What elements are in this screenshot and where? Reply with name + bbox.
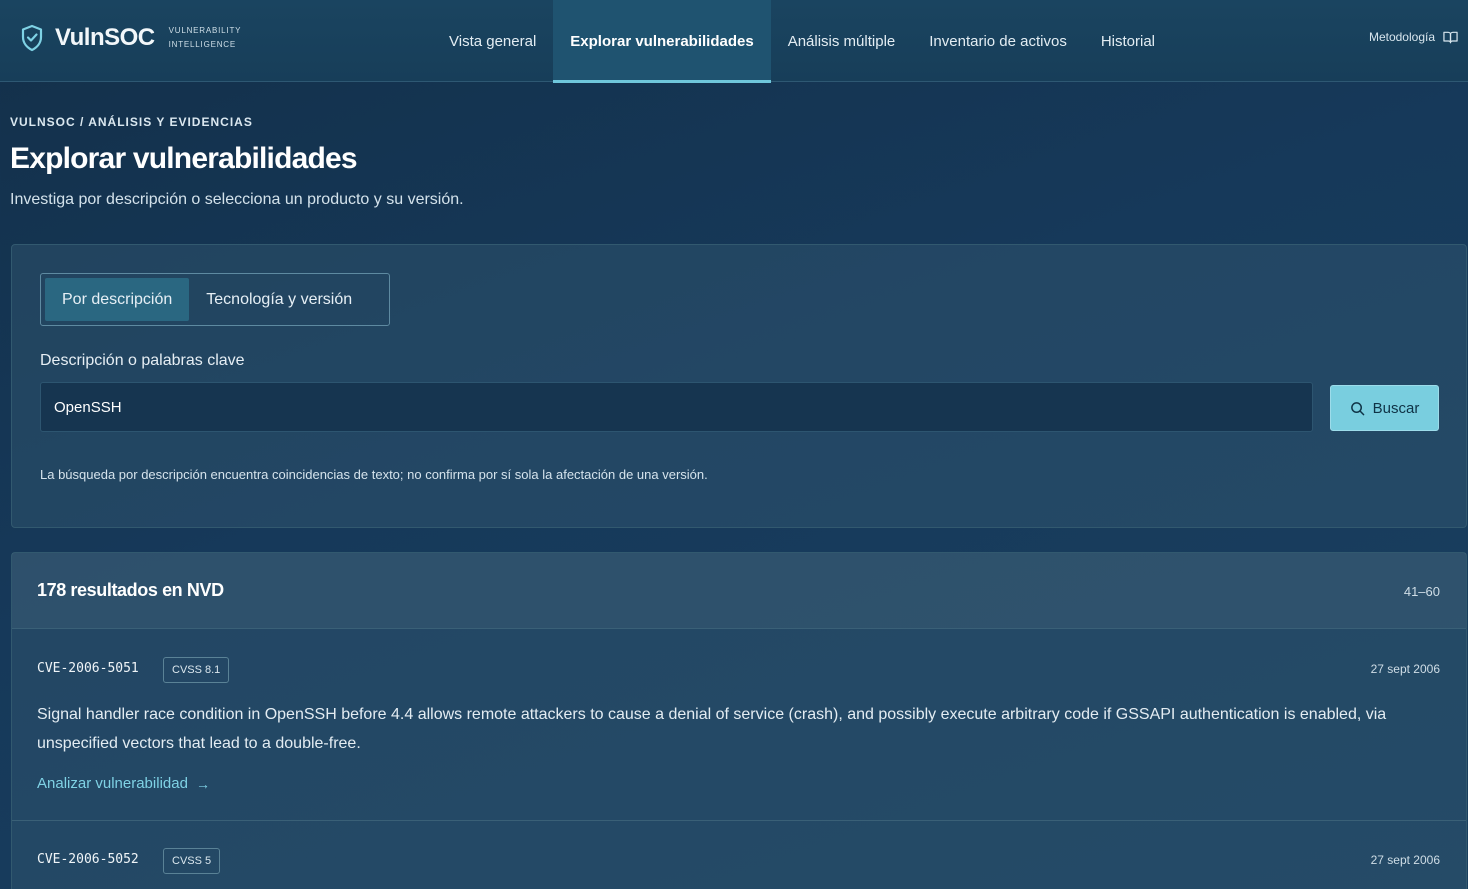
published-date: 27 sept 2006 [1370,662,1440,676]
book-open-icon [1443,31,1458,44]
methodology-label: Metodología [1368,30,1435,44]
nav-analisis-multiple[interactable]: Análisis múltiple [771,0,913,82]
nav-explorar-vulnerabilidades[interactable]: Explorar vulnerabilidades [553,0,772,83]
cve-id: CVE-2006-5052 [37,852,139,867]
page-subtitle: Investiga por descripción o selecciona u… [10,191,464,208]
main-nav: Vista general Explorar vulnerabilidades … [432,0,1172,83]
cvss-badge: CVSS 5 [163,848,221,874]
search-button[interactable]: Buscar [1330,385,1439,431]
nav-vista-general[interactable]: Vista general [432,0,553,82]
nav-inventario-activos[interactable]: Inventario de activos [912,0,1084,82]
analyze-vulnerability-link[interactable]: Analizar vulnerabilidad → [37,775,210,792]
search-field-label: Descripción o palabras clave [40,352,245,369]
brand[interactable]: VulnSOC VULNERABILITY INTELLIGENCE [20,24,241,52]
breadcrumb: VULNSOC / ANÁLISIS Y EVIDENCIAS [10,115,253,129]
results-header: 178 resultados en NVD 41–60 [12,553,1466,629]
search-hint: La búsqueda por descripción encuentra co… [40,467,708,482]
methodology-link[interactable]: Metodología [1369,30,1458,44]
search-mode-toggle: Por descripción Tecnología y versión [40,273,390,326]
search-icon [1350,401,1364,415]
analyze-link-label: Analizar vulnerabilidad [37,775,188,792]
brand-tagline-line1: VULNERABILITY [168,26,242,35]
result-item: CVE-2006-5051 CVSS 8.1 27 sept 2006 Sign… [12,630,1466,821]
search-panel: Por descripción Tecnología y versión Des… [11,244,1467,528]
tab-tecnologia-version[interactable]: Tecnología y versión [189,278,369,321]
brand-name: VulnSOC [55,24,155,51]
tab-por-descripcion[interactable]: Por descripción [45,278,190,321]
top-navbar: VulnSOC VULNERABILITY INTELLIGENCE Vista… [0,0,1468,83]
search-input[interactable]: OpenSSH [40,382,1313,432]
arrow-right-icon: → [195,775,210,792]
results-range: 41–60 [1403,584,1440,599]
search-input-value: OpenSSH [54,398,122,416]
published-date: 27 sept 2006 [1370,853,1440,867]
cve-description: Signal handler race condition in OpenSSH… [37,706,1387,752]
shield-check-icon [21,24,43,52]
cvss-badge: CVSS 8.1 [163,657,230,683]
nav-historial[interactable]: Historial [1084,0,1172,82]
brand-tagline-line2: INTELLIGENCE [168,40,237,49]
results-count: 178 resultados en NVD [37,580,224,600]
brand-tagline: VULNERABILITY INTELLIGENCE [169,24,242,52]
results-panel: 178 resultados en NVD 41–60 CVE-2006-505… [11,552,1467,889]
result-item: CVE-2006-5052 CVSS 5 27 sept 2006 [12,821,1466,889]
page-title: Explorar vulnerabilidades [10,142,358,175]
cve-id: CVE-2006-5051 [37,661,139,676]
search-button-label: Buscar [1372,399,1420,417]
